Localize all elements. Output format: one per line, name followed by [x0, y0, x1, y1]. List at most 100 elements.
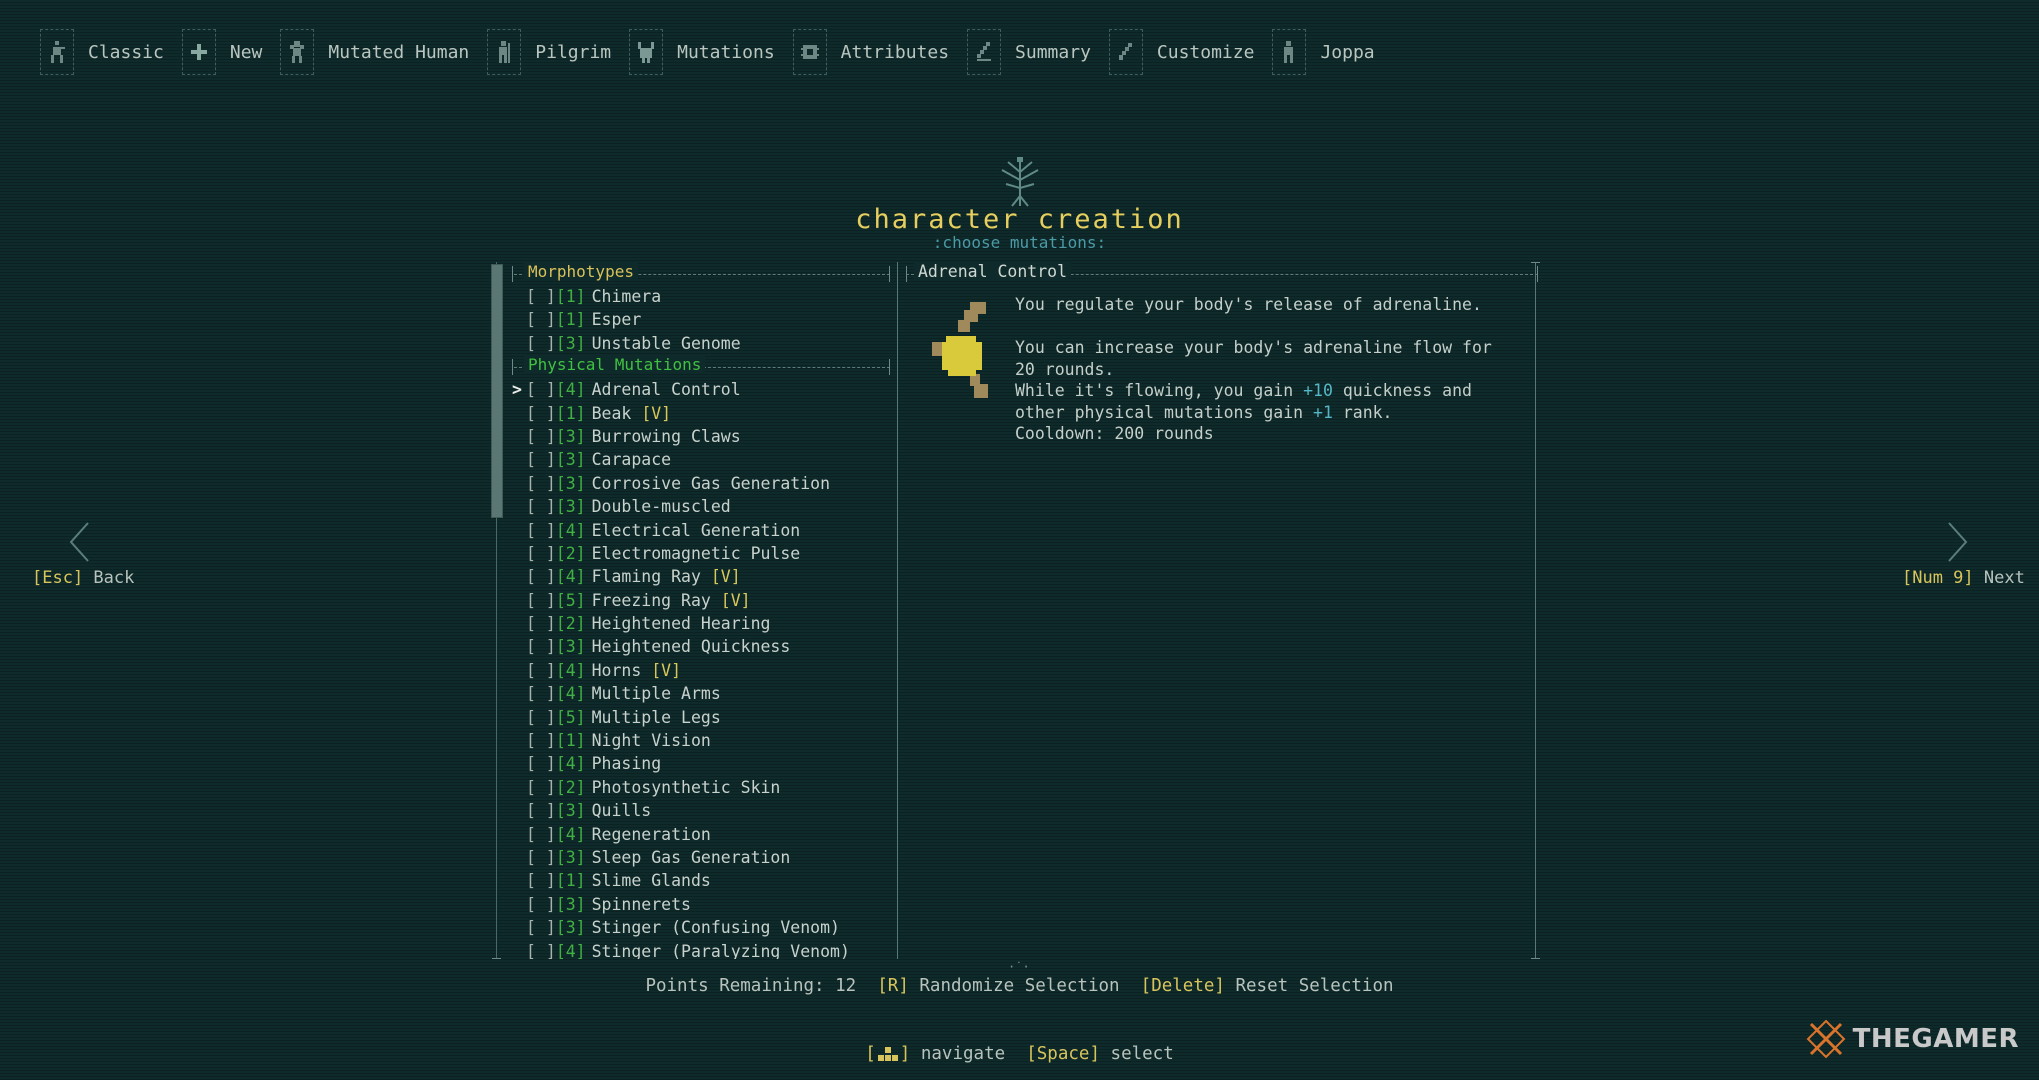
row-checkbox[interactable]: [ ] — [526, 801, 556, 820]
crumb-summary[interactable]: Summary — [967, 29, 1091, 75]
mutation-row[interactable]: [ ][3] Burrowing Claws — [512, 425, 890, 448]
desc-line: 20 rounds. — [1015, 359, 1115, 379]
mutation-row[interactable]: [ ][2] Electromagnetic Pulse — [512, 542, 890, 565]
crumb-customize[interactable]: Customize — [1108, 29, 1254, 75]
mutation-row[interactable]: [ ][5] Freezing Ray [V] — [512, 589, 890, 612]
row-checkbox[interactable]: [ ] — [526, 404, 556, 423]
mutation-row[interactable]: [ ][2] Heightened Hearing — [512, 612, 890, 635]
row-checkbox[interactable]: [ ] — [526, 544, 556, 563]
mutation-row[interactable]: [ ][4] Regeneration — [512, 823, 890, 846]
mutation-row[interactable]: [ ][3] Sleep Gas Generation — [512, 846, 890, 869]
row-checkbox[interactable]: [ ] — [526, 474, 556, 493]
row-checkbox[interactable]: [ ] — [526, 918, 556, 937]
mutation-row[interactable]: [ ][1] Beak [V] — [512, 402, 890, 425]
row-cost: [3] — [555, 497, 586, 517]
reset-label: Reset Selection — [1224, 976, 1394, 996]
row-checkbox[interactable]: [ ] — [526, 731, 556, 750]
row-checkbox[interactable]: [ ] — [526, 497, 556, 516]
row-checkbox[interactable]: [ ] — [526, 380, 556, 399]
crumb-label: Mutated Human — [328, 41, 470, 63]
crumb-label: Pilgrim — [535, 41, 612, 63]
row-name: Regeneration — [591, 824, 711, 844]
crumb-joppa[interactable]: Joppa — [1272, 29, 1375, 75]
row-cost: [1] — [555, 871, 586, 891]
row-checkbox[interactable]: [ ] — [526, 684, 556, 703]
row-checkbox[interactable]: [ ] — [526, 310, 556, 329]
row-name: Corrosive Gas Generation — [591, 473, 831, 493]
mutation-row[interactable]: [ ][4] Horns [V] — [512, 659, 890, 682]
row-checkbox[interactable]: [ ] — [526, 334, 556, 353]
mutation-row[interactable]: [ ][4] Flaming Ray [V] — [512, 565, 890, 588]
row-tag: [V] — [710, 567, 741, 587]
row-checkbox[interactable]: [ ] — [526, 591, 556, 610]
row-checkbox[interactable]: [ ] — [526, 848, 556, 867]
morphotype-row[interactable]: [ ][1] Esper — [512, 308, 890, 331]
row-name: Night Vision — [591, 731, 711, 751]
mutation-row[interactable]: [ ][3] Spinnerets — [512, 893, 890, 916]
row-checkbox[interactable]: [ ] — [526, 871, 556, 890]
watermark: THEGAMER — [1805, 1018, 2019, 1060]
mutation-row[interactable]: [ ][3] Double-muscled — [512, 495, 890, 518]
crumb-mutated-human[interactable]: Mutated Human — [280, 29, 469, 75]
next-arrow-icon[interactable] — [1945, 520, 1971, 564]
mutation-row[interactable]: [ ][3] Corrosive Gas Generation — [512, 472, 890, 495]
mutation-row[interactable]: [ ][3] Quills — [512, 799, 890, 822]
morphotype-row[interactable]: [ ][1] Chimera — [512, 285, 890, 308]
scrollbar-thumb[interactable] — [491, 264, 503, 518]
row-checkbox[interactable]: [ ] — [526, 521, 556, 540]
crumb-label: Classic — [88, 41, 164, 63]
row-checkbox[interactable]: [ ] — [526, 661, 556, 680]
crumb-new[interactable]: New — [181, 29, 262, 75]
adrenal-gland-icon — [932, 302, 988, 398]
section-tick — [512, 266, 513, 282]
back-button[interactable]: [Esc] Back — [32, 568, 134, 588]
mutation-row[interactable]: [ ][4] Electrical Generation — [512, 519, 890, 542]
row-cost: [4] — [555, 567, 586, 587]
row-checkbox[interactable]: [ ] — [526, 708, 556, 727]
randomize-button[interactable]: [R] Randomize Selection — [877, 976, 1119, 996]
mutation-row[interactable]: [ ][3] Carapace — [512, 448, 890, 471]
mutation-row[interactable]: [ ][5] Multiple Legs — [512, 706, 890, 729]
crumb-attributes[interactable]: Attributes — [792, 29, 949, 75]
row-checkbox[interactable]: [ ] — [526, 614, 556, 633]
mutation-row[interactable]: [ ][3] Stinger (Confusing Venom) — [512, 916, 890, 939]
crumb-classic[interactable]: Classic — [40, 29, 164, 75]
desc-bonus: +1 — [1313, 402, 1333, 422]
section-heading: Morphotypes — [524, 262, 638, 281]
mutation-list-scrollbar[interactable] — [491, 262, 503, 959]
row-checkbox[interactable]: [ ] — [526, 778, 556, 797]
row-name: Freezing Ray — [591, 590, 711, 610]
mutation-row[interactable]: [ ][4] Multiple Arms — [512, 682, 890, 705]
row-checkbox[interactable]: [ ] — [526, 427, 556, 446]
mutation-row[interactable]: [ ][3] Heightened Quickness — [512, 635, 890, 658]
crumb-mutations[interactable]: Mutations — [629, 29, 775, 75]
row-checkbox[interactable]: [ ] — [526, 754, 556, 773]
row-name: Chimera — [591, 287, 662, 306]
crumb-pilgrim[interactable]: Pilgrim — [487, 29, 611, 75]
row-cost: [4] — [555, 684, 586, 704]
row-checkbox[interactable]: [ ] — [526, 825, 556, 844]
mutation-row[interactable]: [ ][4] Phasing — [512, 752, 890, 775]
row-checkbox[interactable]: [ ] — [526, 287, 556, 306]
mutation-row[interactable]: [ ][1] Night Vision — [512, 729, 890, 752]
mutations-icon — [629, 29, 664, 75]
row-name: Stinger (Confusing Venom) — [591, 918, 840, 938]
mutation-row[interactable]: [ ][2] Photosynthetic Skin — [512, 776, 890, 799]
row-name: Electrical Generation — [591, 520, 801, 540]
watermark-text: THEGAMER — [1852, 1024, 2019, 1054]
row-name: Slime Glands — [591, 871, 711, 891]
row-name: Sleep Gas Generation — [591, 847, 791, 867]
row-checkbox[interactable]: [ ] — [526, 942, 556, 959]
mutation-row[interactable]: [ ][4] Stinger (Paralyzing Venom) — [512, 940, 890, 959]
row-checkbox[interactable]: [ ] — [526, 895, 556, 914]
row-checkbox[interactable]: [ ] — [526, 567, 556, 586]
row-checkbox[interactable]: [ ] — [526, 637, 556, 656]
desc-text: quickness and — [1332, 381, 1472, 400]
reset-button[interactable]: [Delete] Reset Selection — [1141, 976, 1394, 996]
mutation-row[interactable]: [ ][1] Slime Glands — [512, 869, 890, 892]
row-checkbox[interactable]: [ ] — [526, 450, 556, 469]
next-button[interactable]: [Num 9] Next — [1902, 568, 2025, 588]
mutation-row[interactable]: >[ ][4] Adrenal Control — [512, 378, 890, 401]
morphotype-row[interactable]: [ ][3] Unstable Genome — [512, 332, 890, 355]
back-arrow-icon[interactable] — [66, 520, 92, 564]
